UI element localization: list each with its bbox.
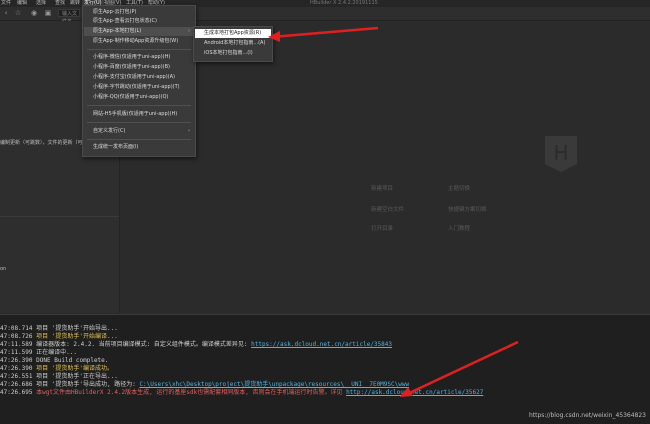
console-line: 47:08.726 项目 '提货助手'开始编译... (0, 333, 118, 340)
console-line: 47:26.551 项目 '提货助手'正在导出... (0, 373, 118, 380)
watermark: https://blog.csdn.net/weixin_45364823 (528, 412, 646, 419)
new-project-link[interactable]: 新建项目 (371, 184, 393, 192)
menu-select[interactable]: 选择 (36, 0, 46, 7)
hbuilder-logo-icon: H (545, 136, 577, 172)
theme-switch-link[interactable]: 主题切换 (448, 184, 470, 192)
menu-item-h5[interactable]: 网站-H5手机版(仅适用于uni-app)(H) (93, 110, 177, 119)
console-line: 47:26.695 本wgt文件由HBuilderX 2.4.2版本生成, 运行… (0, 389, 484, 396)
menu-separator (87, 49, 191, 50)
submenu-item-generate-resource[interactable]: 生成本地打包App资源(R) (204, 29, 261, 38)
back-icon[interactable]: ‹ (2, 9, 10, 17)
menu-item-publish-page[interactable]: 生成统一发布页面(I) (93, 143, 138, 152)
menu-item-custom-release[interactable]: 自定义发行(C) (93, 127, 125, 136)
menu-item-cloud-pack[interactable]: 原生App-云打包(P) (93, 8, 137, 17)
console-path-link[interactable]: C:\Users\xhc\Desktop\project\提货助手\unpack… (139, 381, 409, 388)
sidebar-item[interactable]: on (0, 266, 6, 272)
svg-text:H: H (553, 141, 568, 165)
console-line: 47:11.589 编译器版本: 2.4.2. 当前项目编译模式: 自定义组件模… (0, 341, 392, 348)
open-dir-link[interactable]: 打开目录 (371, 224, 393, 232)
window-title: HBuilder X 2.4.2.20191115 (310, 0, 378, 6)
console-link[interactable]: http://ask.dcloud.net.cn/article/35627 (346, 389, 483, 396)
menu-separator (87, 122, 191, 123)
menu-item-local-pack[interactable]: 原生App-本地打包(L) (93, 27, 141, 36)
menu-separator (87, 105, 191, 106)
release-menu: 原生App-云打包(P) 原生App-查看云打包状态(C) 原生App-本地打包… (82, 5, 196, 157)
menu-item-cloud-status[interactable]: 原生App-查看云打包状态(C) (93, 17, 157, 26)
submenu-item-ios-guide[interactable]: iOS本地打包指南...(I) (204, 49, 253, 58)
console-link[interactable]: https://ask.dcloud.net.cn/article/35843 (251, 341, 392, 348)
tutorial-link[interactable]: 入门教程 (448, 224, 470, 232)
editor-area: H 新建项目 主题切换 新建空白文件 快捷键方案切换 打开目录 入门教程 (120, 21, 650, 313)
console-line: 47:26.390 DONE Build complete. (0, 357, 109, 364)
menu-edit[interactable]: 编辑 (17, 0, 27, 7)
menu-file[interactable]: 文件 (1, 0, 11, 7)
menu-item-mp-weixin[interactable]: 小程序-微信(仅适用于uni-app)(H) (93, 53, 170, 62)
menu-item-mp-alipay[interactable]: 小程序-支付宝(仅适用于uni-app)(A) (93, 73, 175, 82)
console-line: 47:11.599 正在编译中... (0, 349, 77, 356)
menu-goto[interactable]: 跳转 (70, 0, 80, 7)
keymap-switch-link[interactable]: 快捷键方案切换 (448, 205, 487, 213)
console-line: 47:08.714 项目 '提货助手'开始导出... (0, 325, 118, 332)
menu-item-resource-upgrade[interactable]: 原生App-制作移动App资源升级包(W) (93, 37, 178, 46)
menu-item-mp-qq[interactable]: 小程序-QQ(仅适用于uni-app)(Q) (93, 93, 168, 102)
chevron-right-icon: › (188, 28, 190, 34)
console-line: 47:26.390 项目 '提货助手'编译成功。 (0, 365, 113, 372)
chevron-right-icon: › (188, 128, 190, 134)
menu-item-mp-toutiao[interactable]: 小程序-字节跳动(仅适用于uni-app)(T) (93, 83, 180, 92)
menu-find[interactable]: 查找 (55, 0, 65, 7)
menu-item-mp-baidu[interactable]: 小程序-百度(仅适用于uni-app)(B) (93, 63, 170, 72)
new-file-link[interactable]: 新建空白文件 (371, 205, 404, 213)
menu-separator (87, 139, 191, 140)
local-pack-submenu: 生成本地打包App资源(R) Android本地打包指南...(A) iOS本地… (193, 26, 273, 62)
open-icon[interactable]: ▣ (44, 9, 52, 17)
console-panel: 47:08.714 项目 '提货助手'开始导出... 47:08.726 项目 … (0, 314, 650, 424)
run-icon[interactable]: ◉ (30, 9, 38, 17)
console-line: 47:26.686 项目 '提货助手'导出成功, 路径为: C:\Users\x… (0, 381, 410, 388)
submenu-item-android-guide[interactable]: Android本地打包指南...(A) (204, 39, 265, 48)
forward-icon[interactable]: ☆ (14, 9, 22, 17)
file-search-input[interactable]: 输入文件名 (58, 9, 80, 25)
sidebar-divider (0, 216, 119, 217)
